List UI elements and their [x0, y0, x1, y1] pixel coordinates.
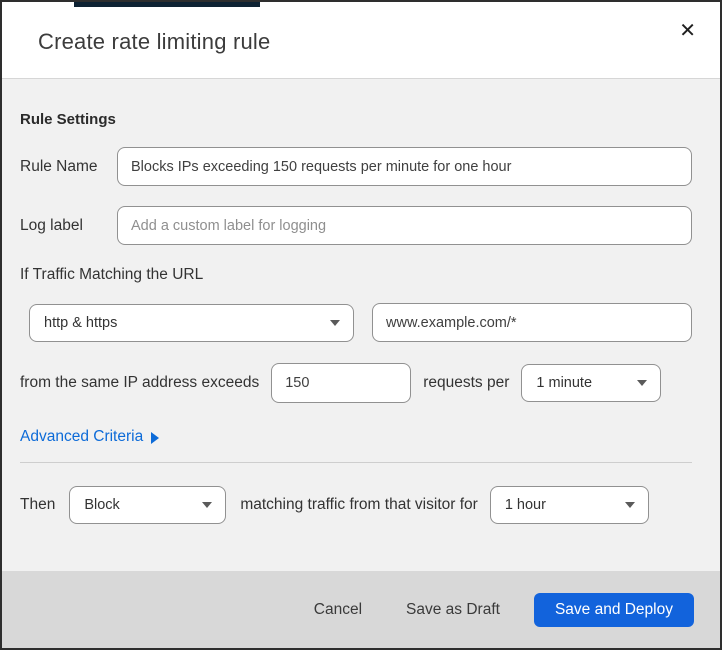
traffic-match-heading: If Traffic Matching the URL [20, 266, 204, 283]
expand-right-icon [151, 432, 160, 444]
dialog-footer: Cancel Save as Draft Save and Deploy [2, 571, 720, 648]
url-input[interactable] [372, 303, 692, 342]
advanced-criteria-label: Advanced Criteria [20, 428, 144, 445]
save-as-draft-button[interactable]: Save as Draft [388, 593, 518, 627]
duration-select[interactable]: 1 hour [489, 486, 649, 524]
chevron-down-icon [330, 319, 340, 326]
then-row: Then Block matching traffic from that vi… [20, 486, 692, 524]
scheme-select-value: http & https [44, 314, 118, 331]
duration-select-value: 1 hour [504, 497, 546, 513]
top-accent-strip [74, 2, 260, 7]
log-label-label: Log label [20, 216, 83, 234]
chevron-down-icon [637, 380, 648, 386]
period-select[interactable]: 1 minute [521, 364, 662, 402]
create-rate-limiting-rule-dialog: Create rate limiting rule ✕ Rule Setting… [0, 0, 722, 650]
dialog-header: Create rate limiting rule ✕ [2, 2, 720, 79]
dialog-body: Rule Settings Rule Name Log label If Tra… [2, 79, 720, 571]
rule-settings-heading: Rule Settings [20, 111, 116, 128]
action-select[interactable]: Block [69, 486, 227, 524]
action-select-value: Block [84, 497, 120, 513]
log-label-row: Log label [20, 206, 692, 245]
advanced-criteria-link[interactable]: Advanced Criteria [20, 428, 160, 446]
log-label-input[interactable] [117, 206, 692, 245]
url-match-row: http & https [29, 303, 692, 342]
close-icon: ✕ [679, 18, 696, 42]
close-button[interactable]: ✕ [673, 16, 702, 44]
chevron-down-icon [624, 502, 635, 508]
then-label: Then [20, 496, 56, 513]
threshold-input[interactable] [271, 363, 412, 403]
save-and-deploy-button[interactable]: Save and Deploy [533, 592, 694, 627]
scheme-select[interactable]: http & https [29, 303, 354, 342]
section-divider [20, 462, 692, 463]
rule-name-label: Rule Name [20, 157, 98, 175]
threshold-row: from the same IP address exceeds request… [20, 363, 692, 403]
rule-name-row: Rule Name [20, 147, 692, 186]
chevron-down-icon [202, 502, 213, 508]
period-select-value: 1 minute [536, 375, 593, 391]
requests-per-text: requests per [423, 374, 510, 391]
dialog-title: Create rate limiting rule [38, 29, 271, 54]
then-middle-text: matching traffic from that visitor for [240, 496, 478, 513]
rule-name-input[interactable] [117, 147, 692, 186]
cancel-button[interactable]: Cancel [296, 593, 380, 627]
exceeds-text: from the same IP address exceeds [20, 374, 260, 391]
